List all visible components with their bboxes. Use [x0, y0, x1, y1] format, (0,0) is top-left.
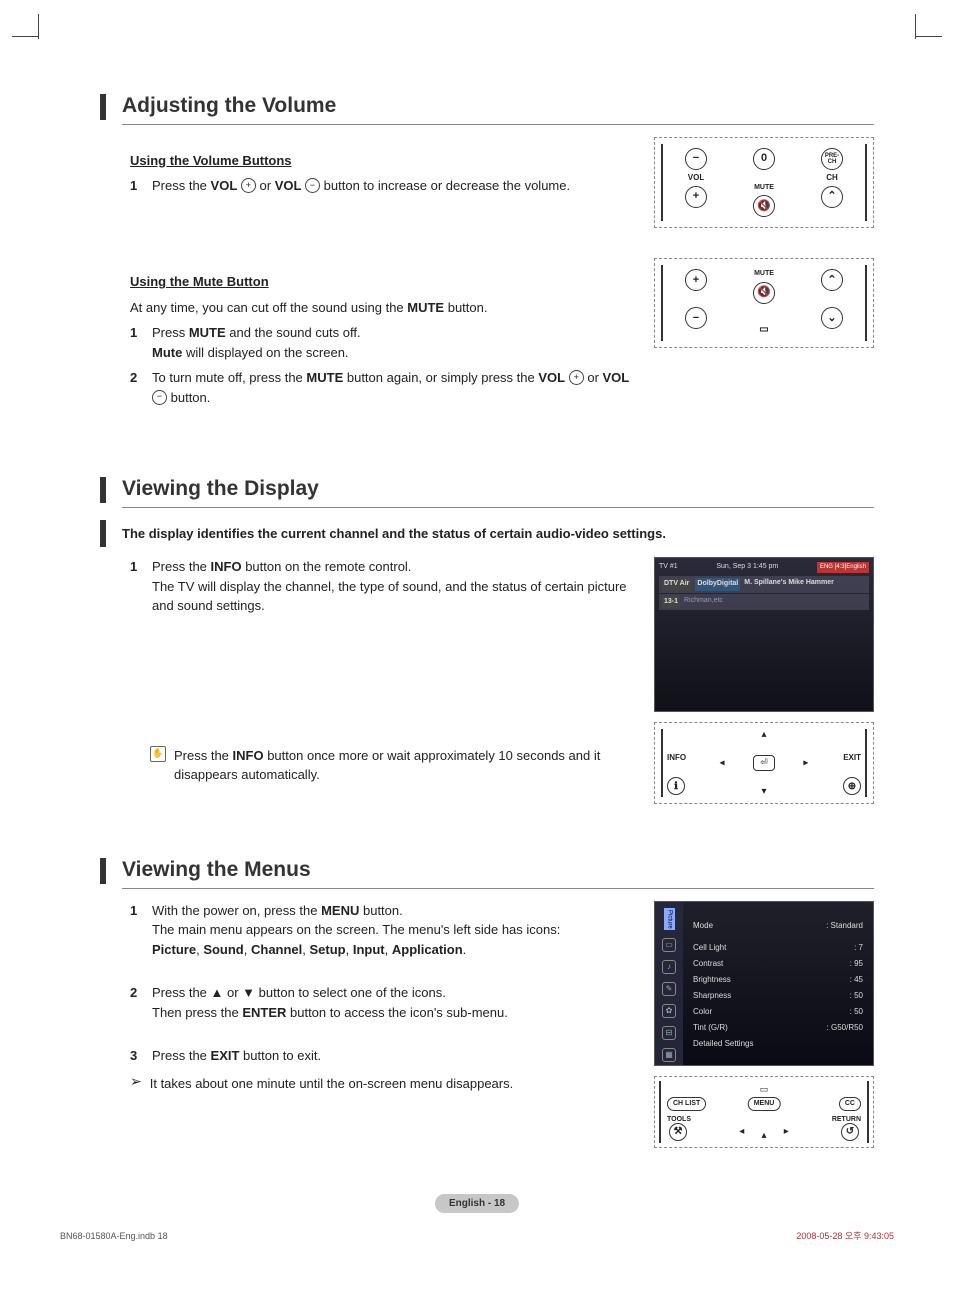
minus-button-icon: − [685, 307, 707, 329]
app-menu-icon: ▦ [662, 1048, 676, 1062]
footer-left: BN68-01580A-Eng.indb 18 [60, 1230, 168, 1244]
return-button-icon: ↺ [841, 1123, 859, 1141]
ch-up-button-icon: ⌃ [821, 186, 843, 208]
footer-right: 2008-05-28 오후 9:43:05 [796, 1230, 894, 1244]
menu-item: Tint (G/R): G50/R50 [693, 1020, 863, 1036]
menu-item: Brightness: 45 [693, 972, 863, 988]
plus-button-icon: + [685, 186, 707, 208]
arrow-icon: ➢ [130, 1074, 142, 1088]
section-1-title: Adjusting the Volume [122, 90, 874, 125]
section-2-title: Viewing the Display [122, 473, 874, 508]
sound-menu-icon: ♪ [662, 960, 676, 974]
ch-up-button-icon: ⌃ [821, 269, 843, 291]
tools-button-icon: ⚒ [669, 1123, 687, 1141]
menu-item: Sharpness: 50 [693, 988, 863, 1004]
minus-button-icon: − [685, 148, 707, 170]
menu-display-fig: Picture ▭ ♪ ✎ ✿ ⊟ ▦ Mode: StandardCell L… [654, 901, 874, 1066]
vol-plus-icon: + [241, 178, 256, 193]
section-2-header: Viewing the Display [100, 473, 874, 508]
section-3-header: Viewing the Menus [100, 854, 874, 889]
menu-item: Detailed Settings [693, 1036, 863, 1052]
menu-item: Mode: Standard [693, 918, 863, 934]
info-display-fig: TV #1 Sun, Sep 3 1:45 pm ENG [4:3]Englis… [654, 557, 874, 712]
section-2-intro: The display identifies the current chann… [122, 520, 666, 548]
page-number: English - 18 [435, 1194, 519, 1213]
note-icon: ✋ [150, 746, 166, 762]
cc-button: CC [839, 1097, 861, 1112]
info-button-icon: ℹ [667, 777, 685, 795]
menu-item: Color: 50 [693, 1004, 863, 1020]
remote-fig-1: − VOL + 0 MUTE 🔇 PRE-CH CH ⌃ [654, 137, 874, 229]
step-text: Press the VOL + or VOL − button to incre… [152, 176, 636, 196]
section-3-title: Viewing the Menus [122, 854, 874, 889]
info-note: ✋ Press the INFO button once more or wai… [150, 746, 636, 785]
prech-button-icon: PRE-CH [821, 148, 843, 170]
subsection-mute: Using the Mute Button [130, 272, 636, 292]
menu-button: MENU [748, 1097, 781, 1112]
chlist-button: CH LIST [667, 1097, 706, 1112]
mute-button-icon: 🔇 [753, 282, 775, 304]
menu-note: ➢ It takes about one minute until the on… [130, 1074, 636, 1094]
plus-button-icon: + [685, 269, 707, 291]
picture-menu-icon: ▭ [662, 938, 676, 952]
subsection-vol-buttons: Using the Volume Buttons [130, 151, 636, 171]
step-number: 1 [130, 176, 152, 196]
remote-fig-2: + − MUTE 🔇 ▭ ⌃ ⌄ [654, 258, 874, 348]
menu-item: Cell Light: 7 [693, 940, 863, 956]
input-menu-icon: ⊟ [662, 1026, 676, 1040]
section-bar [100, 94, 106, 120]
exit-button-icon: ⊕ [843, 777, 861, 795]
ch-down-button-icon: ⌄ [821, 307, 843, 329]
menu-item: Contrast: 95 [693, 956, 863, 972]
section-1-header: Adjusting the Volume [100, 90, 874, 125]
setup-menu-icon: ✿ [662, 1004, 676, 1018]
menu-remote-fig: ▭ CH LIST MENU CC TOOLS RETURN ⚒ ↺ ◂ ▴ ▸ [654, 1076, 874, 1148]
mute-intro: At any time, you can cut off the sound u… [130, 298, 636, 318]
enter-button-icon: ⏎ [753, 755, 775, 771]
zero-button-icon: 0 [753, 148, 775, 170]
nav-pad-fig: ⏎ ▴ ▾ ◂ ▸ INFO EXIT ℹ ⊕ [654, 722, 874, 804]
vol-plus-icon: + [569, 370, 584, 385]
vol-minus-icon: − [305, 178, 320, 193]
channel-menu-icon: ✎ [662, 982, 676, 996]
vol-minus-icon: − [152, 390, 167, 405]
mute-button-icon: 🔇 [753, 195, 775, 217]
